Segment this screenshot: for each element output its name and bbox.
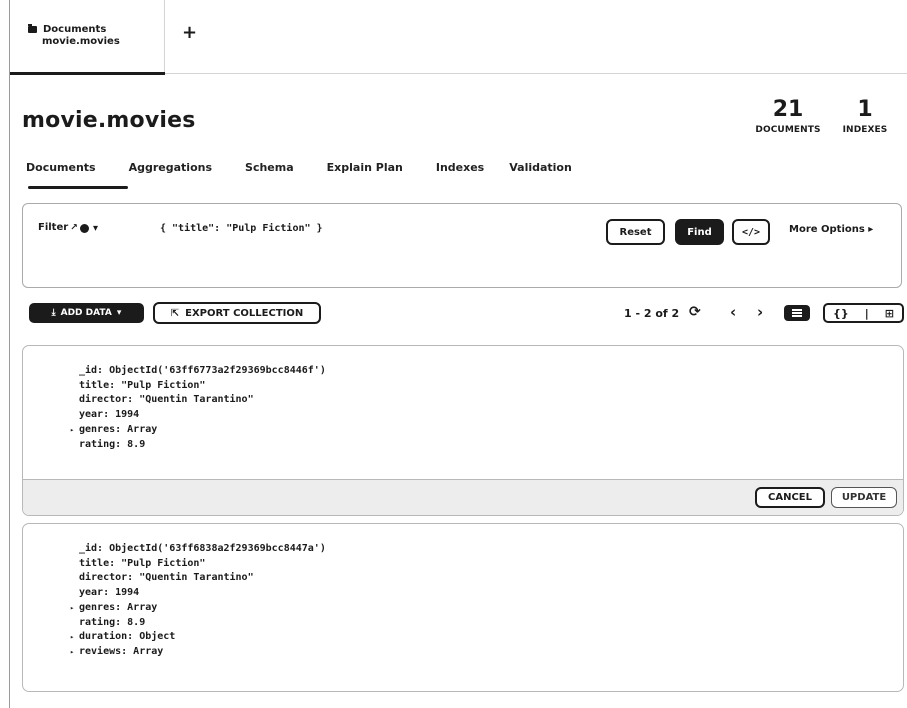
chevron-left-icon[interactable]: ‹ (730, 303, 736, 321)
cancel-button[interactable]: CANCEL (755, 487, 825, 508)
documents-count: 21 (772, 97, 804, 122)
field-text: title: "Pulp Fiction" (79, 379, 206, 391)
indexes-stat: 1 INDEXES (835, 97, 895, 135)
expand-caret-icon[interactable]: ▸ (70, 601, 74, 616)
collection-tab-bar: Documents movie.movies + (10, 0, 907, 75)
filter-bar: Filter ↗ ▾ { "title": "Pulp Fiction" } R… (22, 203, 902, 288)
document-field: year: 1994 (79, 586, 326, 601)
query-history-icon (80, 224, 89, 233)
indexes-label: INDEXES (842, 125, 888, 135)
query-options-dropdown[interactable]: ▾ (80, 223, 98, 234)
export-icon: ⇱ (170, 307, 180, 319)
field-text: title: "Pulp Fiction" (79, 557, 206, 569)
documents-stat: 21 DOCUMENTS (752, 97, 824, 135)
field-text: reviews: Array (79, 645, 164, 657)
active-tab-indicator (10, 72, 165, 75)
add-data-button[interactable]: ⤓ ADD DATA ▾ (29, 303, 144, 323)
documents-label: DOCUMENTS (755, 125, 821, 135)
document-field: director: "Quentin Tarantino" (79, 571, 326, 586)
document-field: title: "Pulp Fiction" (79, 379, 326, 394)
field-text: year: 1994 (79, 409, 140, 421)
add-data-label: ADD DATA (60, 308, 112, 318)
tab-validation[interactable]: Validation (509, 161, 572, 174)
view-separator: | (864, 306, 869, 320)
filter-label: Filter (38, 222, 69, 233)
indexes-count: 1 (857, 97, 873, 122)
reset-button[interactable]: Reset (606, 219, 665, 245)
document-field: title: "Pulp Fiction" (79, 557, 326, 572)
download-icon: ⤓ (51, 308, 56, 318)
more-options-button[interactable]: More Options ▸ (789, 224, 873, 235)
add-tab-button[interactable]: + (182, 24, 197, 42)
document-field-expandable[interactable]: ▸ genres: Array (70, 601, 326, 616)
collection-tab-type: Documents (43, 24, 107, 35)
field-text: director: "Quentin Tarantino" (79, 394, 254, 406)
collection-tab-namespace: movie.movies (42, 36, 120, 47)
field-text: duration: Object (79, 631, 176, 643)
list-view-icon (792, 309, 802, 317)
document-field: _id: ObjectId('63ff6838a2f29369bcc8447a'… (79, 542, 326, 557)
export-collection-button[interactable]: ⇱ EXPORT COLLECTION (153, 302, 321, 324)
field-text: _id: ObjectId('63ff6773a2f29369bcc8446f'… (79, 365, 326, 376)
find-button[interactable]: Find (675, 219, 724, 245)
tab-indexes[interactable]: Indexes (436, 161, 484, 174)
document-field-expandable[interactable]: ▸ duration: Object (70, 630, 326, 645)
pagination-info: 1 - 2 of 2 (624, 307, 680, 320)
document-fields: _id: ObjectId('63ff6773a2f29369bcc8446f'… (70, 364, 326, 453)
field-text: rating: 8.9 (79, 438, 146, 450)
window-left-edge (9, 0, 10, 708)
document-edit-footer: CANCEL UPDATE (23, 479, 903, 515)
document-card[interactable]: _id: ObjectId('63ff6773a2f29369bcc8446f'… (22, 345, 904, 516)
collection-nav-tabs: Documents Aggregations Schema Explain Pl… (26, 161, 605, 174)
chevron-down-icon: ▾ (93, 223, 99, 234)
chevron-down-icon: ▾ (116, 308, 122, 318)
expand-caret-icon[interactable]: ▸ (70, 630, 74, 645)
page-title: movie.movies (22, 108, 196, 133)
field-text: director: "Quentin Tarantino" (79, 572, 254, 584)
filter-label-group[interactable]: Filter ↗ (38, 222, 78, 233)
document-field: year: 1994 (79, 408, 326, 423)
document-fields: _id: ObjectId('63ff6838a2f29369bcc8447a'… (70, 542, 326, 660)
update-button[interactable]: UPDATE (831, 487, 897, 508)
refresh-icon[interactable]: ⟳ (689, 304, 701, 320)
document-card[interactable]: _id: ObjectId('63ff6838a2f29369bcc8447a'… (22, 523, 904, 692)
json-view-icon[interactable]: {} (833, 307, 849, 320)
document-field: _id: ObjectId('63ff6773a2f29369bcc8446f'… (79, 364, 326, 379)
export-collection-label: EXPORT COLLECTION (185, 307, 304, 319)
document-field: rating: 8.9 (79, 438, 326, 453)
chevron-right-icon[interactable]: › (757, 303, 763, 321)
external-link-icon: ↗ (70, 222, 78, 233)
list-view-button[interactable] (784, 305, 810, 321)
folder-icon (28, 24, 37, 33)
collection-tab-type-row: Documents (28, 24, 164, 35)
tab-aggregations[interactable]: Aggregations (129, 161, 212, 174)
collection-tab[interactable]: Documents movie.movies (10, 0, 165, 75)
tab-documents[interactable]: Documents (26, 161, 96, 174)
field-text: year: 1994 (79, 587, 140, 599)
field-text: genres: Array (79, 423, 158, 435)
tab-explain-plan[interactable]: Explain Plan (327, 161, 403, 174)
tab-schema[interactable]: Schema (245, 161, 294, 174)
view-mode-toggle: {} | ⊞ (823, 303, 904, 323)
document-field-expandable[interactable]: ▸ reviews: Array (70, 645, 326, 660)
table-view-icon[interactable]: ⊞ (885, 307, 894, 320)
document-field: rating: 8.9 (79, 616, 326, 631)
document-field: director: "Quentin Tarantino" (79, 393, 326, 408)
field-text: rating: 8.9 (79, 616, 146, 628)
expand-caret-icon[interactable]: ▸ (70, 645, 74, 660)
export-to-language-button[interactable]: </> (732, 219, 770, 245)
field-text: genres: Array (79, 601, 158, 613)
active-nav-tab-indicator (28, 186, 128, 189)
filter-query-input[interactable]: { "title": "Pulp Fiction" } (160, 223, 323, 234)
field-text: _id: ObjectId('63ff6838a2f29369bcc8447a'… (79, 543, 326, 554)
document-field-expandable[interactable]: ▸ genres: Array (70, 423, 326, 438)
expand-caret-icon[interactable]: ▸ (70, 423, 74, 438)
